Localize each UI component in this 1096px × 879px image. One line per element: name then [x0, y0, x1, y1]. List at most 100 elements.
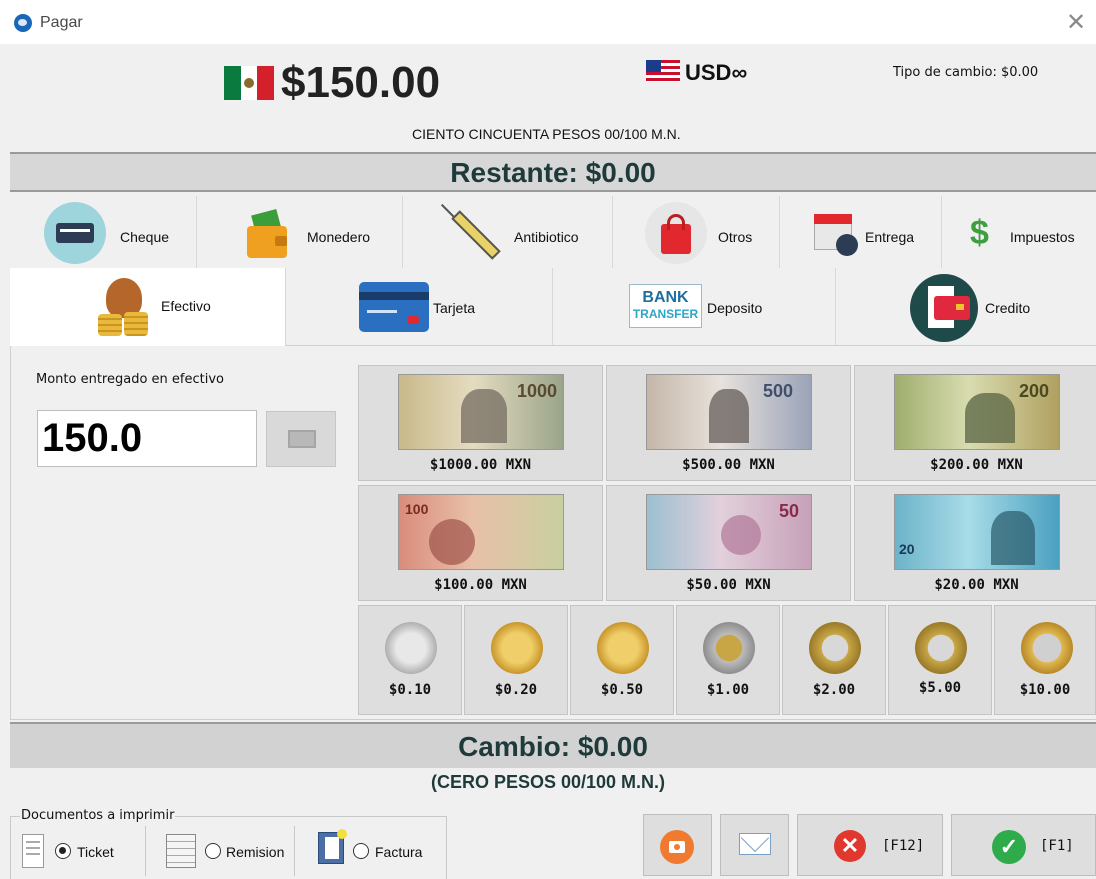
method-entrega[interactable]: Entrega: [780, 196, 942, 268]
bill-500-image: 500: [646, 374, 812, 450]
shopping-bag-icon: [645, 202, 707, 264]
documents-label: Documentos a imprimir: [20, 808, 176, 823]
coin-5-00[interactable]: $5.00: [888, 605, 992, 715]
bill-denomination: 200: [1019, 381, 1050, 401]
method-antibiotico[interactable]: Antibiotico: [403, 196, 613, 268]
method-label: Entrega: [865, 229, 915, 245]
bill-50-image: 50: [646, 494, 812, 570]
transfer-badge-text: TRANSFER: [632, 307, 699, 321]
coin-label: $10.00: [1019, 682, 1071, 698]
bill-100-image: 100: [398, 494, 564, 570]
tab-credito[interactable]: Credito: [836, 268, 1096, 346]
bill-icon: [288, 430, 316, 448]
coin-1-00[interactable]: $1.00: [676, 605, 780, 715]
bill-200[interactable]: 200 $200.00 MXN: [854, 365, 1096, 481]
method-cheque[interactable]: Cheque: [10, 196, 197, 268]
bill-20[interactable]: 20 $20.00 MXN: [854, 485, 1096, 601]
bill-denomination: 50: [779, 501, 800, 521]
bank-badge-text: BANK: [642, 289, 689, 306]
check-icon: ✓: [992, 830, 1026, 864]
coin-label: $5.00: [918, 680, 962, 696]
bill-label: $500.00 MXN: [682, 457, 775, 473]
receipt-icon: [22, 834, 44, 868]
method-monedero[interactable]: Monedero: [197, 196, 403, 268]
method-label: Cheque: [120, 229, 170, 245]
change-in-words: (CERO PESOS 00/100 M.N.): [430, 772, 666, 792]
invoice-icon: [318, 829, 347, 864]
factura-radio[interactable]: [353, 843, 369, 859]
bank-transfer-icon: BANK TRANSFER: [629, 284, 702, 328]
bill-1000-image: 1000: [398, 374, 564, 450]
method-label: Credito: [985, 300, 1031, 316]
alt-currency-label[interactable]: USD∞: [685, 60, 747, 86]
remision-label[interactable]: Remision: [226, 844, 284, 860]
credit-card-icon: [359, 282, 429, 332]
tab-deposito[interactable]: BANK TRANSFER Deposito: [553, 268, 836, 346]
money-bag-icon: [94, 272, 154, 340]
cancel-x-icon: ✕: [834, 830, 866, 862]
bill-label: $1000.00 MXN: [429, 457, 532, 473]
method-impuestos[interactable]: $ Impuestos: [942, 196, 1096, 268]
cash-bill-button[interactable]: [266, 411, 336, 467]
coin-label: $0.20: [494, 682, 538, 698]
close-icon[interactable]: ✕: [1066, 10, 1086, 34]
bill-label: $50.00 MXN: [686, 577, 771, 593]
dollar-sign-icon: $: [970, 214, 989, 252]
coin-0-50[interactable]: $0.50: [570, 605, 674, 715]
coin-image: [915, 622, 967, 674]
payment-methods-row2: Efectivo Tarjeta BANK TRANSFER Deposito …: [10, 268, 1096, 346]
usa-flag-icon[interactable]: [646, 60, 680, 82]
app-logo-icon: [14, 14, 32, 32]
bill-label: $200.00 MXN: [930, 457, 1023, 473]
remaining-banner: Restante: $0.00: [10, 152, 1096, 192]
divider: [294, 826, 295, 876]
calendar-clock-icon: [814, 210, 862, 258]
method-label: Otros: [718, 229, 753, 245]
bill-100[interactable]: 100 $100.00 MXN: [358, 485, 603, 601]
email-button[interactable]: [720, 814, 789, 876]
exchange-rate: Tipo de cambio: $0.00: [893, 65, 1039, 80]
bill-500[interactable]: 500 $500.00 MXN: [606, 365, 851, 481]
divider: [145, 826, 146, 876]
title-bar: Pagar ✕: [0, 0, 1096, 44]
bill-1000[interactable]: 1000 $1000.00 MXN: [358, 365, 603, 481]
coin-0-10[interactable]: $0.10: [358, 605, 462, 715]
bill-50[interactable]: 50 $50.00 MXN: [606, 485, 851, 601]
coin-label: $2.00: [812, 682, 856, 698]
camera-button[interactable]: [643, 814, 712, 876]
cash-amount-input[interactable]: 150.0: [37, 410, 257, 467]
wallet-icon: [247, 208, 287, 260]
coin-image: [809, 622, 861, 674]
cash-amount-label: Monto entregado en efectivo: [36, 372, 224, 387]
factura-label[interactable]: Factura: [375, 844, 422, 860]
bill-label: $20.00 MXN: [934, 577, 1019, 593]
cancel-label: [F12]: [882, 838, 925, 854]
method-label: Monedero: [307, 229, 371, 245]
bill-denomination: 100: [405, 501, 429, 517]
coin-0-20[interactable]: $0.20: [464, 605, 568, 715]
payment-methods-row1: Cheque Monedero Antibiotico Otros Entreg…: [10, 196, 1096, 268]
mexico-flag-icon: [224, 66, 275, 100]
coin-label: $0.10: [388, 682, 432, 698]
change-banner: Cambio: $0.00: [10, 722, 1096, 768]
total-in-words: CIENTO CINCUENTA PESOS 00/100 M.N.: [412, 126, 681, 142]
coin-label: $1.00: [706, 682, 750, 698]
method-label: Tarjeta: [433, 300, 476, 316]
method-otros[interactable]: Otros: [613, 196, 780, 268]
remision-radio[interactable]: [205, 843, 221, 859]
coin-image: [703, 622, 755, 674]
accept-button[interactable]: ✓ [F1]: [951, 814, 1096, 876]
ticket-label[interactable]: Ticket: [77, 844, 114, 860]
method-label: Efectivo: [161, 298, 211, 314]
coin-2-00[interactable]: $2.00: [782, 605, 886, 715]
cancel-button[interactable]: ✕ [F12]: [797, 814, 943, 876]
spreadsheet-icon: [166, 834, 196, 868]
bill-label: $100.00 MXN: [434, 577, 527, 593]
method-label: Antibiotico: [514, 229, 579, 245]
bill-200-image: 200: [894, 374, 1060, 450]
ticket-radio[interactable]: [55, 843, 71, 859]
bill-denomination: 1000: [517, 381, 558, 401]
coin-10-00[interactable]: $10.00: [994, 605, 1096, 715]
tab-efectivo[interactable]: Efectivo: [10, 268, 286, 346]
tab-tarjeta[interactable]: Tarjeta: [286, 268, 553, 346]
